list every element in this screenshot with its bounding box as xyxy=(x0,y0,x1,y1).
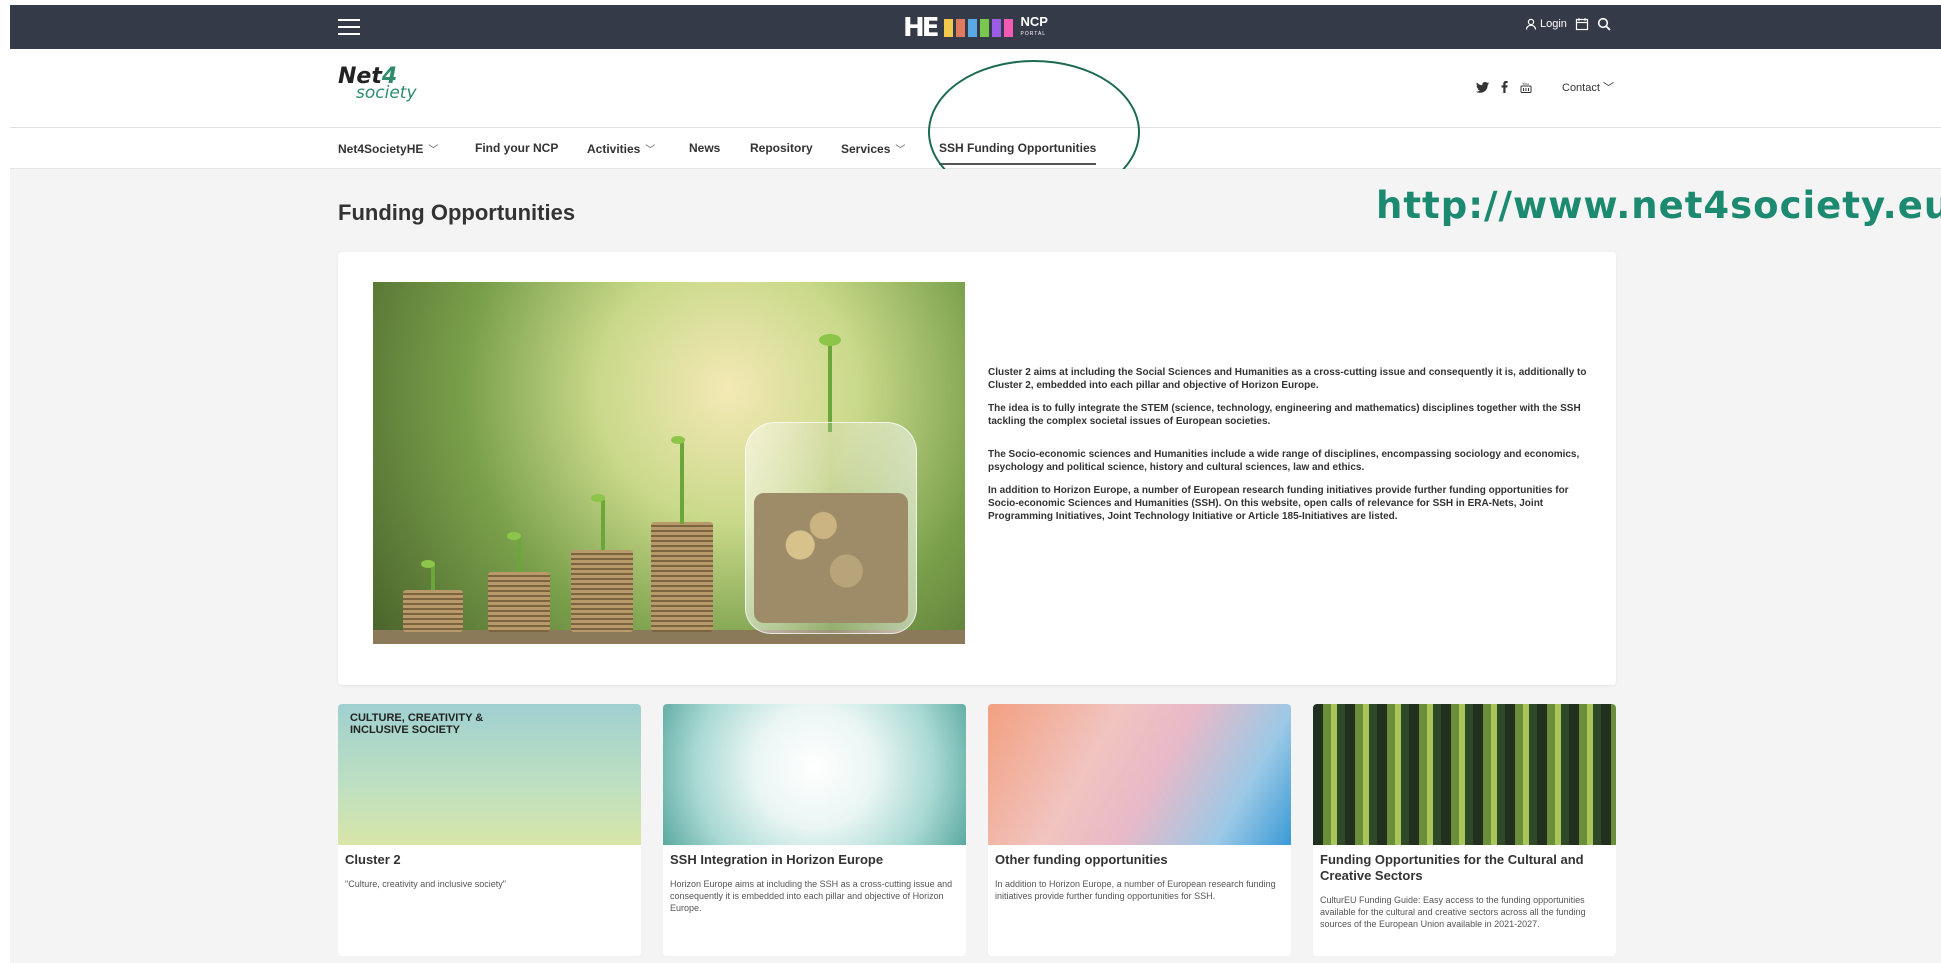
card-cluster-2[interactable]: CULTURE, CREATIVITY & INCLUSIVE SOCIETY … xyxy=(338,704,641,956)
card-title: SSH Integration in Horizon Europe xyxy=(670,852,884,867)
leaf xyxy=(591,494,605,502)
twitter-icon[interactable] xyxy=(1476,81,1489,93)
card-image-culture: CULTURE, CREATIVITY & INCLUSIVE SOCIETY xyxy=(338,704,641,845)
sprout xyxy=(680,442,684,524)
he-logo-text: HE xyxy=(903,13,939,43)
intro-paragraph: The idea is to fully integrate the STEM … xyxy=(988,403,1581,427)
coin-stack xyxy=(488,572,550,632)
card-title: Cluster 2 xyxy=(345,852,401,867)
coins-plants-image xyxy=(373,282,965,644)
page-title: Funding Opportunities xyxy=(338,200,576,225)
menu-icon[interactable] xyxy=(338,19,360,35)
card-ssh-integration[interactable]: SSH Integration in Horizon Europe Horizo… xyxy=(663,704,966,956)
sprout xyxy=(431,564,435,590)
nav-item-find-your-ncp[interactable]: Find your NCP xyxy=(475,141,558,155)
card-text: Horizon Europe aims at including the SSH… xyxy=(670,879,953,913)
login-link[interactable]: Login xyxy=(1525,18,1567,30)
card-image-painting xyxy=(1313,704,1616,845)
intro-paragraph: In addition to Horizon Europe, a number … xyxy=(988,485,1569,522)
coin-jar xyxy=(745,422,917,634)
contact-label: Contact xyxy=(1562,82,1600,94)
coin-stack xyxy=(571,550,633,632)
card-title: Other funding opportunities xyxy=(995,852,1168,867)
nav-item-services[interactable]: Services ﹀ xyxy=(841,141,905,156)
nav-item-repository[interactable]: Repository xyxy=(750,141,813,155)
svg-text:You: You xyxy=(1522,81,1529,86)
card-text: In addition to Horizon Europe, a number … xyxy=(995,879,1276,901)
facebook-icon[interactable] xyxy=(1501,81,1508,93)
nav-item-activities[interactable]: Activities ﹀ xyxy=(587,141,655,156)
card-text: CulturEU Funding Guide: Easy access to t… xyxy=(1320,895,1586,929)
login-label: Login xyxy=(1540,18,1567,30)
logo-color-bar xyxy=(943,19,953,37)
logo-color-bar xyxy=(967,19,977,37)
leaf xyxy=(819,334,841,346)
logo-color-bar xyxy=(955,19,965,37)
intro-card: Cluster 2 aims at including the Social S… xyxy=(338,252,1616,685)
url-annotation: http://www.net4society.eu xyxy=(1376,184,1941,227)
coin-stack xyxy=(651,522,713,632)
youtube-icon[interactable]: You xyxy=(1520,81,1532,93)
jar-coins xyxy=(754,493,908,623)
intro-paragraph: The Socio-economic sciences and Humaniti… xyxy=(988,449,1580,473)
calendar-icon[interactable] xyxy=(1575,17,1589,31)
nav-item-news[interactable]: News xyxy=(689,141,720,155)
sprout xyxy=(828,342,832,432)
card-other-funding[interactable]: Other funding opportunities In addition … xyxy=(988,704,1291,956)
leaf xyxy=(421,560,435,568)
chevron-down-icon: ﹀ xyxy=(428,145,439,156)
top-right-tools: Login xyxy=(1525,17,1611,31)
logo-color-bar xyxy=(1003,19,1013,37)
intro-paragraph: Cluster 2 aims at including the Social S… xyxy=(988,367,1587,391)
chevron-down-icon: ﹀ xyxy=(1602,82,1614,94)
card-cultural-creative[interactable]: Funding Opportunities for the Cultural a… xyxy=(1313,704,1616,956)
logo-society: society xyxy=(356,83,417,103)
contact-menu[interactable]: Contact ﹀ xyxy=(1562,79,1614,95)
sprout xyxy=(601,500,605,550)
ncp-portal-logo[interactable]: HE NCP PORTAL xyxy=(903,13,1048,43)
card-image-watercolor xyxy=(988,704,1291,845)
image-caption: CULTURE, CREATIVITY & INCLUSIVE SOCIETY xyxy=(350,712,484,736)
sprout xyxy=(517,536,521,572)
leaf xyxy=(507,532,521,540)
social-links: You Contact ﹀ xyxy=(1476,79,1614,95)
card-text: "Culture, creativity and inclusive socie… xyxy=(345,879,506,889)
leaf xyxy=(671,436,685,444)
top-bar: HE NCP PORTAL Login xyxy=(10,5,1941,49)
card-title: Funding Opportunities for the Cultural a… xyxy=(1320,852,1584,883)
logo-color-bar xyxy=(979,19,989,37)
ncp-label: NCP PORTAL xyxy=(1020,14,1048,37)
nav-item-net4societyhe[interactable]: Net4SocietyHE ﹀ xyxy=(338,141,438,156)
user-icon xyxy=(1525,18,1537,30)
logo-color-bar xyxy=(991,19,1001,37)
card-image-network xyxy=(663,704,966,845)
chevron-down-icon: ﹀ xyxy=(895,145,906,156)
chevron-down-icon: ﹀ xyxy=(645,145,656,156)
net4society-logo[interactable]: Net4 society xyxy=(338,64,417,103)
coin-stack xyxy=(403,590,463,632)
intro-text: Cluster 2 aims at including the Social S… xyxy=(988,366,1588,533)
search-icon[interactable] xyxy=(1597,17,1611,31)
